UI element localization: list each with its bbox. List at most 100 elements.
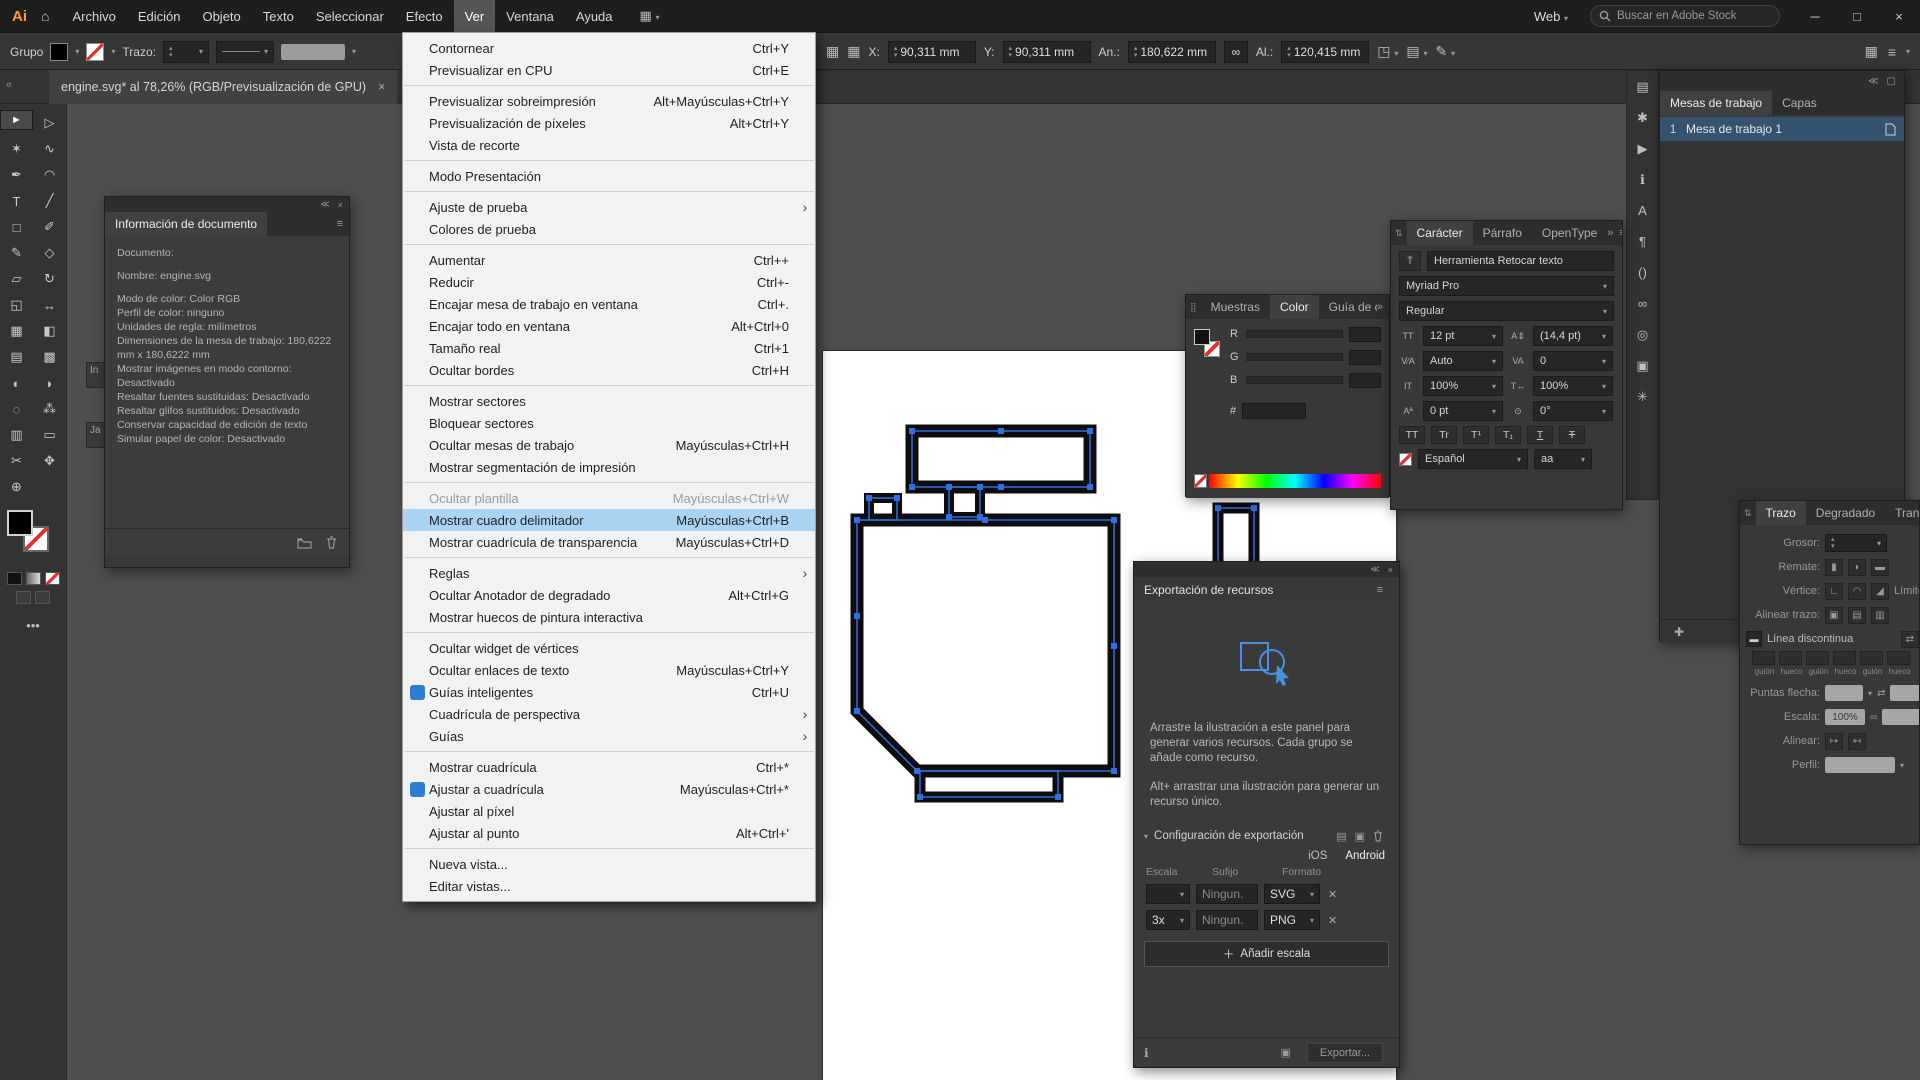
arrow-align-tip-button[interactable]: ↦: [1825, 733, 1843, 750]
appearance-panel-icon[interactable]: ✳: [1627, 381, 1658, 412]
folder-icon[interactable]: [297, 537, 312, 549]
menu-item-ocultar-widget-de-vertices[interactable]: Ocultar widget de vértices: [403, 637, 815, 659]
tab-capas[interactable]: Capas: [1772, 91, 1827, 115]
menu-item-previsualizacion-de-pixeles[interactable]: Previsualización de píxelesAlt+Ctrl+Y: [403, 112, 815, 134]
suffix-input[interactable]: Ningun.: [1196, 884, 1258, 904]
eraser-tool[interactable]: ▱: [0, 266, 33, 292]
document-info-panel-icon[interactable]: ℹ: [1627, 164, 1658, 195]
suffix-input[interactable]: Ningun.: [1196, 910, 1258, 930]
shape-builder-tool[interactable]: ◧: [33, 318, 66, 344]
reorder-icon[interactable]: ✚: [1674, 625, 1684, 639]
projecting-cap-button[interactable]: ▬: [1871, 559, 1889, 576]
gradient-mode-button[interactable]: [26, 572, 41, 585]
anti-alias-select[interactable]: aa▾: [1534, 449, 1592, 469]
menu-item-editar-vistas[interactable]: Editar vistas...: [403, 875, 815, 897]
tracking-select[interactable]: 0▾: [1533, 351, 1613, 371]
scale-tool[interactable]: ◱: [0, 292, 33, 318]
variable-width-select[interactable]: ▾: [216, 41, 274, 63]
dock-options-icon[interactable]: ▢: [1887, 76, 1896, 87]
collapse-panel-icon[interactable]: ≪: [1370, 564, 1379, 575]
panel-drag-bar[interactable]: ≪ ×: [1134, 562, 1399, 577]
underline-button[interactable]: T: [1527, 426, 1553, 444]
round-join-button[interactable]: ◠: [1848, 583, 1866, 600]
fill-indicator[interactable]: [7, 510, 33, 536]
fill-chip[interactable]: [1194, 329, 1210, 345]
ios-tab[interactable]: iOS: [1308, 850, 1327, 862]
more-options-icon[interactable]: ▾: [1906, 47, 1910, 56]
menu-item-previsualizar-en-cpu[interactable]: Previsualizar en CPUCtrl+E: [403, 59, 815, 81]
menu-item-cuadricula-de-perspectiva[interactable]: Cuadrícula de perspectiva›: [403, 703, 815, 725]
reference-point-icon[interactable]: ▦: [826, 43, 839, 60]
magic-wand-tool[interactable]: ✶: [0, 136, 33, 162]
color-panel-icon[interactable]: ◎: [1627, 319, 1658, 350]
panel-grip-icon[interactable]: ⣿: [1186, 302, 1201, 313]
isolate-icon[interactable]: ✎ ▾: [1435, 43, 1455, 60]
paintbrush-tool[interactable]: ✐: [33, 214, 66, 240]
selection-tool[interactable]: ►: [0, 110, 33, 130]
panel-menu-icon[interactable]: ≡: [337, 218, 343, 230]
rectangle-tool[interactable]: □: [0, 214, 33, 240]
scale-select[interactable]: ▾: [1146, 884, 1190, 904]
stroke-color-swatch[interactable]: [86, 43, 104, 61]
brush-definition-select[interactable]: [281, 44, 345, 60]
menu-item-vista-de-recorte[interactable]: Vista de recorte: [403, 134, 815, 156]
align-options-icon[interactable]: ▤ ▾: [1406, 43, 1427, 60]
align-inside-button[interactable]: ▤: [1848, 607, 1866, 624]
actions-panel-icon[interactable]: ▶: [1627, 133, 1658, 164]
links-panel-icon[interactable]: ∞: [1627, 288, 1658, 319]
arrange-icon[interactable]: ▦: [1865, 43, 1878, 60]
g-channel-slider[interactable]: [1246, 353, 1343, 361]
zoom-tool[interactable]: ⊕: [0, 474, 33, 500]
artboard-page-icon[interactable]: [1885, 123, 1896, 136]
leading-select[interactable]: (14,4 pt)▾: [1533, 326, 1613, 346]
kerning-select[interactable]: Auto▾: [1423, 351, 1503, 371]
artboard-row[interactable]: 1 Mesa de trabajo 1: [1660, 117, 1904, 141]
tab-transparencia[interactable]: Transparencia: [1885, 501, 1919, 525]
r-channel-input[interactable]: [1349, 327, 1381, 342]
menu-item-nueva-vista[interactable]: Nueva vista...: [403, 853, 815, 875]
symbols-panel-icon[interactable]: ✱: [1627, 102, 1658, 133]
info-icon[interactable]: ℹ: [1144, 1046, 1149, 1060]
baseline-shift-select[interactable]: 0 pt▾: [1423, 401, 1503, 421]
arrowhead-end-select[interactable]: [1890, 685, 1920, 701]
menu-item-ajustar-al-punto[interactable]: Ajustar al puntoAlt+Ctrl+': [403, 822, 815, 844]
export-drop-zone[interactable]: [1134, 603, 1399, 721]
gradient-tool[interactable]: ◐: [0, 370, 33, 396]
menu-item-mostrar-segmentacion-de-impresion[interactable]: Mostrar segmentación de impresión: [403, 456, 815, 478]
panel-menu-icon[interactable]: ≡: [1377, 584, 1383, 596]
width-tool[interactable]: ↔: [33, 292, 66, 318]
settings-lines-icon[interactable]: ≡: [1888, 44, 1896, 60]
docked-panel-tab-fragment[interactable]: In: [86, 362, 106, 388]
stroke-weight-stepper[interactable]: ▴▾▾: [163, 41, 209, 63]
format-select[interactable]: PNG▾: [1264, 910, 1320, 930]
menubar-item-ventana[interactable]: Ventana: [495, 0, 565, 33]
maximize-button[interactable]: □: [1836, 0, 1878, 33]
menu-item-aumentar[interactable]: AumentarCtrl++: [403, 249, 815, 271]
dash-input[interactable]: [1779, 651, 1802, 665]
vertical-scale-select[interactable]: 100%▾: [1423, 376, 1503, 396]
tab-muestras[interactable]: Muestras: [1201, 295, 1270, 319]
touch-type-icon[interactable]: T̂: [1399, 251, 1421, 271]
menubar-item-ver[interactable]: Ver: [454, 0, 496, 33]
subscript-button[interactable]: T₁: [1495, 426, 1521, 444]
trash-icon[interactable]: [326, 536, 337, 549]
rotate-tool[interactable]: ↻: [33, 266, 66, 292]
pen-tool[interactable]: ✒: [0, 162, 33, 188]
menu-item-reglas[interactable]: Reglas›: [403, 562, 815, 584]
menu-item-ajuste-de-prueba[interactable]: Ajuste de prueba›: [403, 196, 815, 218]
line-tool[interactable]: ╱: [33, 188, 66, 214]
tab-guia-de-color[interactable]: Guía de color: [1319, 295, 1377, 319]
graph-tool[interactable]: ▥: [0, 422, 33, 448]
align-center-button[interactable]: ▣: [1825, 607, 1843, 624]
perspective-grid-tool[interactable]: ▤: [0, 344, 33, 370]
add-scale-button[interactable]: ＋ Añadir escala: [1144, 941, 1389, 967]
symbol-sprayer-tool[interactable]: ⁂: [33, 396, 66, 422]
menu-item-ocultar-mesas-de-trabajo[interactable]: Ocultar mesas de trabajoMayúsculas+Ctrl+…: [403, 434, 815, 456]
menubar-item-ayuda[interactable]: Ayuda: [565, 0, 624, 33]
illustrator-logo[interactable]: Ai: [12, 8, 27, 25]
swatches-panel-icon[interactable]: ▣: [1627, 350, 1658, 381]
panel-grip-icon[interactable]: ⇅: [1391, 228, 1407, 239]
paragraph-panel-icon[interactable]: ¶: [1627, 226, 1658, 257]
tab-mesas-de-trabajo[interactable]: Mesas de trabajo: [1660, 91, 1772, 115]
character-panel-icon[interactable]: A: [1627, 195, 1658, 226]
